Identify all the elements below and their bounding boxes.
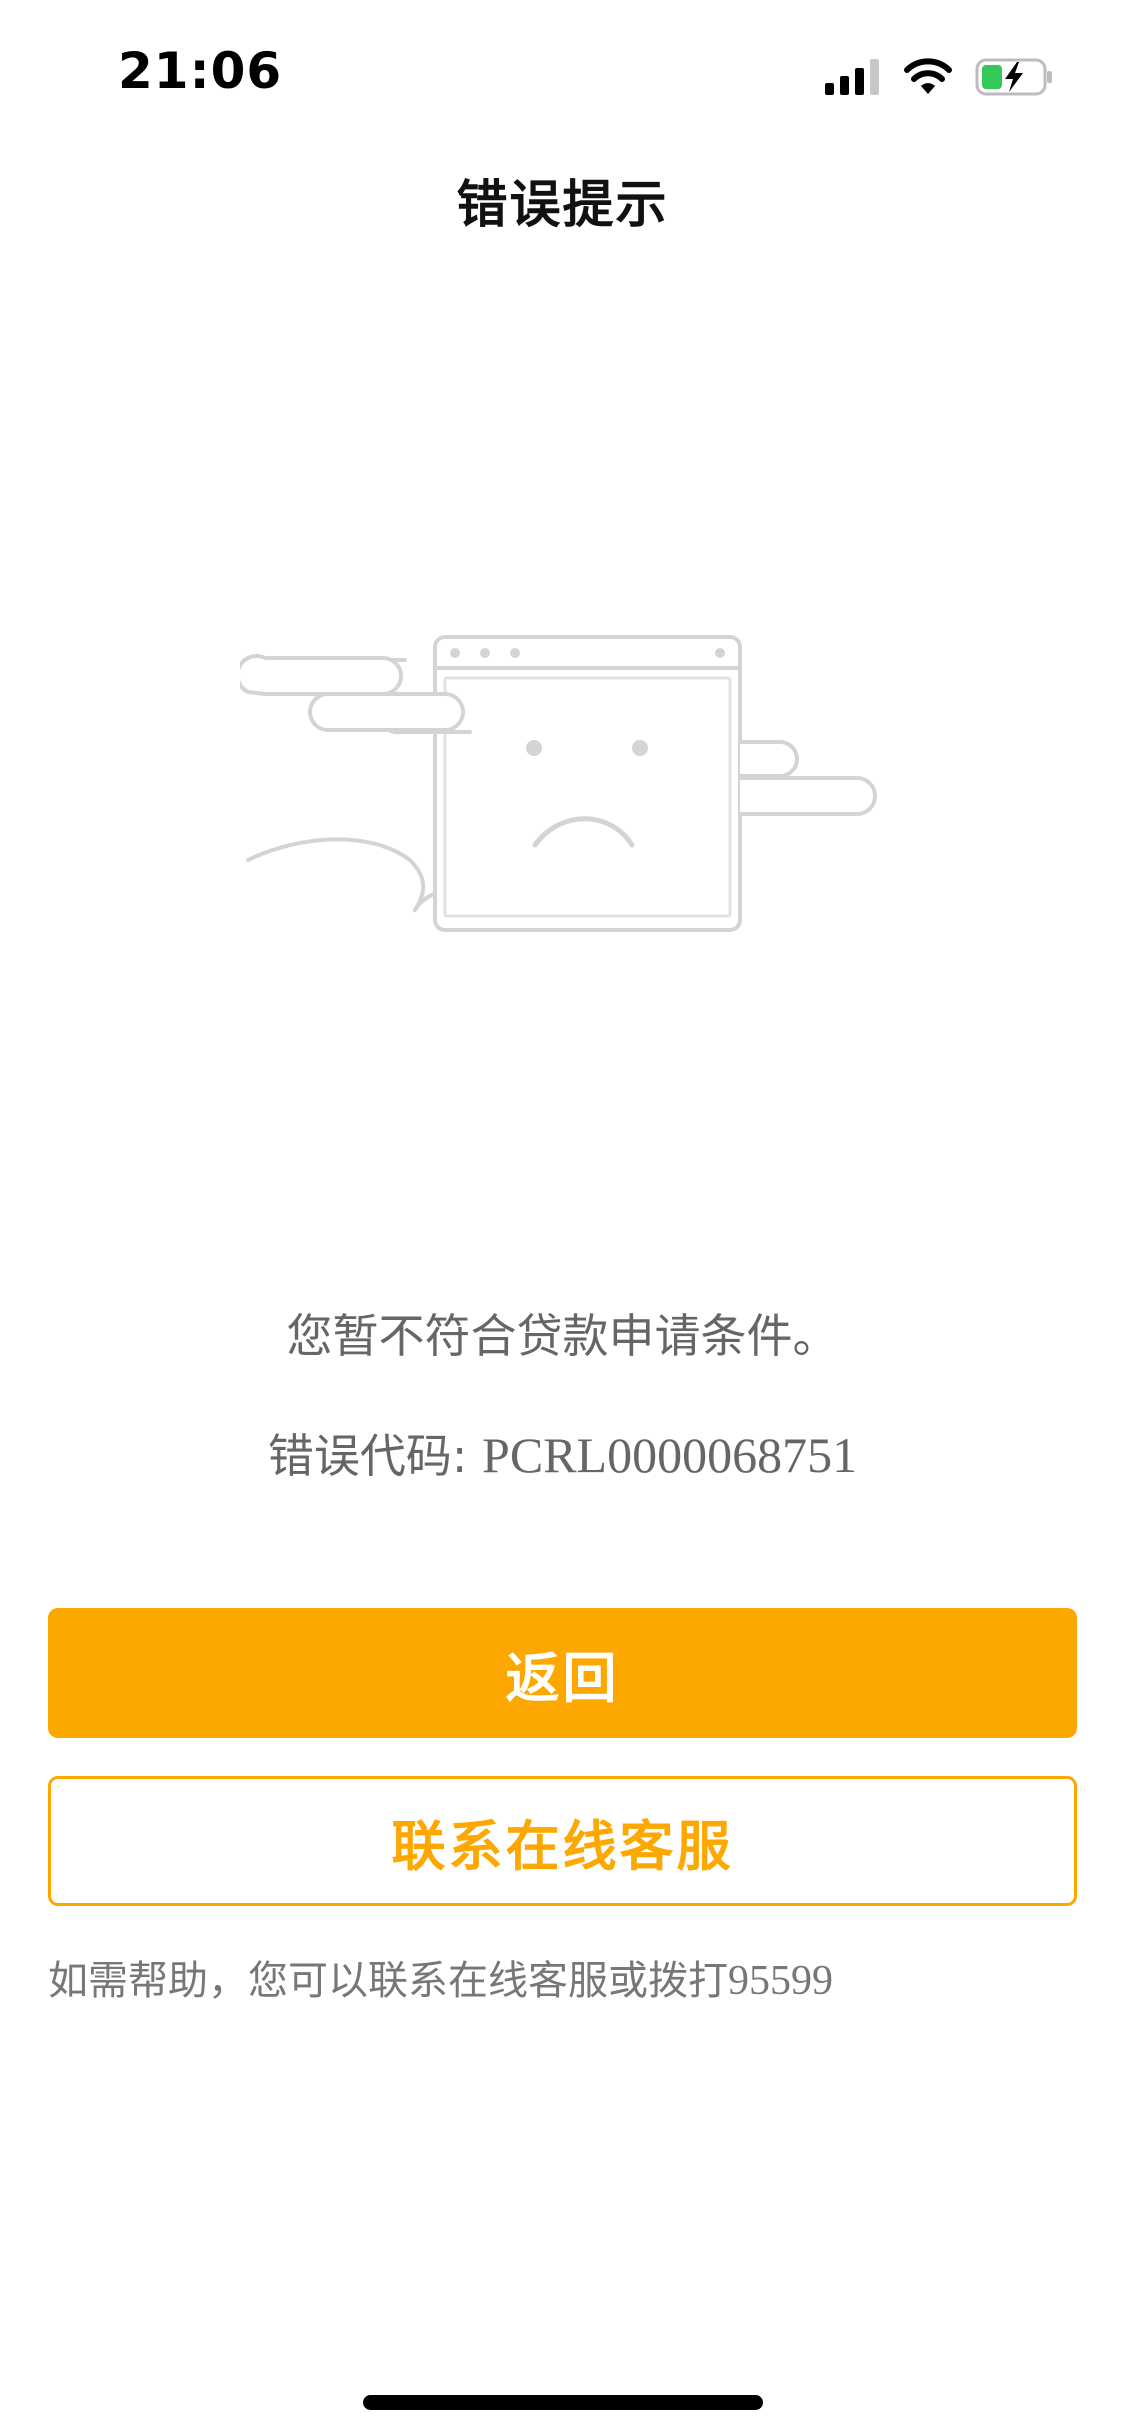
signal-icon <box>825 59 881 95</box>
help-phone-number[interactable]: 95599 <box>728 1958 833 2004</box>
status-icons <box>825 52 1055 102</box>
help-text-body: 如需帮助，您可以联系在线客服或拨打 <box>48 1958 728 2004</box>
help-text: 如需帮助，您可以联系在线客服或拨打95599 <box>48 1948 833 2006</box>
home-indicator <box>363 2395 763 2410</box>
error-message: 您暂不符合贷款申请条件。 <box>286 1309 839 1363</box>
error-code-label: 错误代码: <box>267 1429 483 1483</box>
error-code-value: PCRL0000068751 <box>482 1427 858 1483</box>
status-time: 21:06 <box>118 42 283 100</box>
wifi-icon <box>903 58 953 96</box>
back-button[interactable]: 返回 <box>48 1608 1077 1738</box>
error-code: 错误代码: PCRL0000068751 <box>0 1420 1125 1486</box>
battery-charging-icon <box>975 57 1055 97</box>
back-button-label: 返回 <box>505 1646 620 1710</box>
page-title: 错误提示 <box>456 176 669 235</box>
status-bar: 21:06 <box>0 0 1125 150</box>
contact-support-button[interactable]: 联系在线客服 <box>48 1776 1077 1906</box>
contact-support-button-label: 联系在线客服 <box>391 1814 734 1878</box>
nav-bar: 错误提示 <box>0 150 1125 250</box>
sad-browser-window-icon <box>235 620 880 960</box>
